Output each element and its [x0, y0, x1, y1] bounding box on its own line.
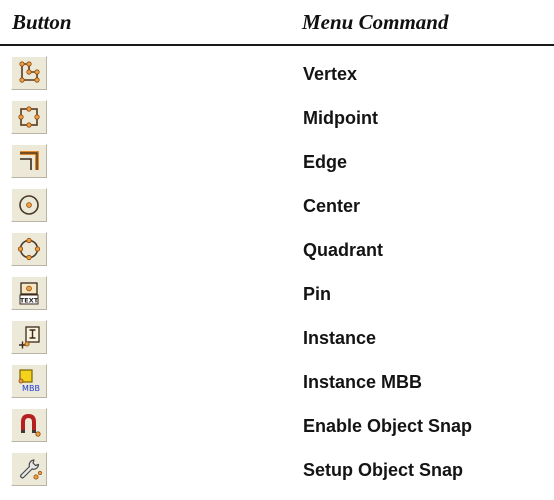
pin-snap-icon: TEXT	[19, 282, 39, 305]
edge-snap-button[interactable]	[11, 144, 47, 178]
center-snap-icon	[19, 195, 39, 215]
list-item-pin: TEXT Pin	[0, 272, 554, 316]
setup-object-snap-button[interactable]	[11, 452, 47, 486]
list-item-midpoint: Midpoint	[0, 96, 554, 140]
list-item-instance: Instance	[0, 316, 554, 360]
edge-command-label: Edge	[303, 152, 348, 172]
list-item-setup-object-snap: Setup Object Snap	[0, 448, 554, 492]
magnet-icon	[21, 413, 41, 437]
edge-snap-icon	[20, 151, 39, 170]
quadrant-snap-icon	[17, 237, 41, 261]
instance-mbb-snap-button[interactable]: MBB	[11, 364, 47, 398]
vertex-snap-button[interactable]	[11, 56, 47, 90]
snap-command-list: Vertex Midpoint Edge Center Quadrant TEX…	[0, 52, 554, 492]
vertex-snap-icon	[19, 61, 40, 83]
pin-command-label: Pin	[303, 284, 332, 304]
list-item-enable-object-snap: Enable Object Snap	[0, 404, 554, 448]
midpoint-snap-button[interactable]	[11, 100, 47, 134]
instance-snap-icon	[19, 326, 40, 349]
list-item-instance-mbb: MBB Instance MBB	[0, 360, 554, 404]
menu-command-column-header: Menu Command	[302, 10, 449, 34]
instance-snap-button[interactable]	[11, 320, 47, 354]
list-item-edge: Edge	[0, 140, 554, 184]
midpoint-command-label: Midpoint	[303, 108, 378, 128]
midpoint-snap-icon	[18, 106, 40, 128]
header-divider	[0, 44, 554, 46]
wrench-icon	[20, 459, 42, 480]
center-snap-button[interactable]	[11, 188, 47, 222]
setup-object-snap-command-label: Setup Object Snap	[303, 460, 464, 480]
list-item-center: Center	[0, 184, 554, 228]
pin-icon-text: TEXT	[20, 297, 39, 305]
enable-object-snap-button[interactable]	[11, 408, 47, 442]
mbb-icon-text: MBB	[22, 384, 40, 393]
instance-mbb-snap-icon: MBB	[18, 369, 40, 393]
enable-object-snap-command-label: Enable Object Snap	[303, 416, 473, 436]
table-header: Button Menu Command	[0, 0, 554, 46]
button-column-header: Button	[12, 10, 72, 34]
instance-command-label: Instance	[303, 328, 377, 348]
list-item-vertex: Vertex	[0, 52, 554, 96]
pin-snap-button[interactable]: TEXT	[11, 276, 47, 310]
center-command-label: Center	[303, 196, 361, 216]
quadrant-command-label: Quadrant	[303, 240, 384, 260]
list-item-quadrant: Quadrant	[0, 228, 554, 272]
quadrant-snap-button[interactable]	[11, 232, 47, 266]
vertex-command-label: Vertex	[303, 64, 358, 84]
instance-mbb-command-label: Instance MBB	[303, 372, 423, 392]
